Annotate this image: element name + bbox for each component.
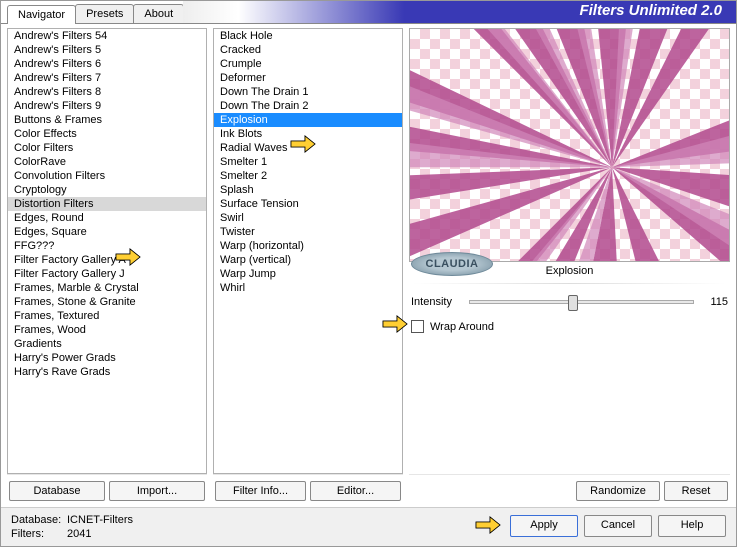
app-title: Filters Unlimited 2.0 [579,2,722,19]
app-window: NavigatorPresetsAbout Filters Unlimited … [0,0,737,547]
footer-bar: Database:ICNET-Filters Filters:2041 Appl… [1,507,736,546]
list-item[interactable]: Distortion Filters [8,197,206,211]
cancel-button[interactable]: Cancel [584,515,652,537]
list-item[interactable]: Cracked [214,43,402,57]
database-info: Database:ICNET-Filters Filters:2041 [11,513,133,541]
list-item[interactable]: Andrew's Filters 6 [8,57,206,71]
preview-column: CLAUDIA Explosion Intensity 115 Wrap Aro… [409,28,730,507]
list-item[interactable]: Edges, Square [8,225,206,239]
list-item[interactable]: Splash [214,183,402,197]
filter-column: Black HoleCrackedCrumpleDeformerDown The… [213,28,403,507]
list-item[interactable]: Smelter 1 [214,155,402,169]
intensity-slider[interactable] [469,300,694,304]
category-button-bar: Database Import... [7,474,207,507]
list-item[interactable]: Surface Tension [214,197,402,211]
list-item[interactable]: Filter Factory Gallery J [8,267,206,281]
reset-button[interactable]: Reset [664,481,728,501]
list-item[interactable]: Convolution Filters [8,169,206,183]
list-item[interactable]: Crumple [214,57,402,71]
filter-info-button[interactable]: Filter Info... [215,481,306,501]
import-button[interactable]: Import... [109,481,205,501]
category-column: Andrew's Filters 54Andrew's Filters 5And… [7,28,207,507]
list-item[interactable]: Twister [214,225,402,239]
list-item[interactable]: Radial Waves [214,141,402,155]
list-item[interactable]: Frames, Stone & Granite [8,295,206,309]
list-item[interactable]: Andrew's Filters 54 [8,29,206,43]
list-item[interactable]: Swirl [214,211,402,225]
explosion-graphic [410,29,729,262]
apply-button[interactable]: Apply [510,515,578,537]
list-item[interactable]: Edges, Round [8,211,206,225]
list-item[interactable]: Warp (horizontal) [214,239,402,253]
tab-navigator[interactable]: Navigator [7,5,76,24]
watermark-badge: CLAUDIA [411,252,493,276]
list-item[interactable]: Down The Drain 2 [214,99,402,113]
intensity-label: Intensity [411,296,461,308]
database-button[interactable]: Database [9,481,105,501]
category-list-pane: Andrew's Filters 54Andrew's Filters 5And… [7,28,207,474]
list-item[interactable]: Frames, Wood [8,323,206,337]
list-item[interactable]: Deformer [214,71,402,85]
filter-listbox[interactable]: Black HoleCrackedCrumpleDeformerDown The… [214,29,402,473]
category-listbox[interactable]: Andrew's Filters 54Andrew's Filters 5And… [8,29,206,473]
list-item[interactable]: Frames, Marble & Crystal [8,281,206,295]
list-item[interactable]: Down The Drain 1 [214,85,402,99]
list-item[interactable]: FFG??? [8,239,206,253]
main-panel: Andrew's Filters 54Andrew's Filters 5And… [1,23,736,507]
intensity-value: 115 [702,296,728,308]
intensity-thumb[interactable] [568,295,578,311]
list-item[interactable]: Black Hole [214,29,402,43]
footer-buttons: Apply Cancel Help [474,515,726,537]
list-item[interactable]: Color Effects [8,127,206,141]
header-row: NavigatorPresetsAbout Filters Unlimited … [1,1,736,23]
list-item[interactable]: Filter Factory Gallery A [8,253,206,267]
list-item[interactable]: Warp Jump [214,267,402,281]
list-item[interactable]: Whirl [214,281,402,295]
list-item[interactable]: Andrew's Filters 9 [8,99,206,113]
filter-button-bar: Filter Info... Editor... [213,474,403,507]
list-item[interactable]: Color Filters [8,141,206,155]
preview-image [409,28,730,262]
list-item[interactable]: Warp (vertical) [214,253,402,267]
help-button[interactable]: Help [658,515,726,537]
list-item[interactable]: Ink Blots [214,127,402,141]
list-item[interactable]: Andrew's Filters 8 [8,85,206,99]
list-item[interactable]: Andrew's Filters 7 [8,71,206,85]
wrap-around-row: Wrap Around [409,310,730,343]
list-item[interactable]: Explosion [214,113,402,127]
filter-list-pane: Black HoleCrackedCrumpleDeformerDown The… [213,28,403,474]
list-item[interactable]: Andrew's Filters 5 [8,43,206,57]
list-item[interactable]: Buttons & Frames [8,113,206,127]
list-item[interactable]: Frames, Textured [8,309,206,323]
intensity-row: Intensity 115 [409,294,730,310]
tab-about[interactable]: About [133,4,184,23]
list-item[interactable]: Harry's Power Grads [8,351,206,365]
list-item[interactable]: Cryptology [8,183,206,197]
effect-name-row: CLAUDIA Explosion [409,262,730,283]
list-item[interactable]: Smelter 2 [214,169,402,183]
wrap-around-label: Wrap Around [430,321,494,333]
effect-name-label: Explosion [546,265,594,277]
preview-button-bar: Randomize Reset [409,474,730,507]
pointer-icon [474,515,504,537]
title-bar: Filters Unlimited 2.0 [183,1,736,23]
tab-bar: NavigatorPresetsAbout [1,4,183,23]
randomize-button[interactable]: Randomize [576,481,660,501]
editor-button[interactable]: Editor... [310,481,401,501]
list-item[interactable]: Gradients [8,337,206,351]
tab-presets[interactable]: Presets [75,4,134,23]
wrap-around-checkbox[interactable] [411,320,424,333]
list-item[interactable]: ColorRave [8,155,206,169]
list-item[interactable]: Harry's Rave Grads [8,365,206,379]
